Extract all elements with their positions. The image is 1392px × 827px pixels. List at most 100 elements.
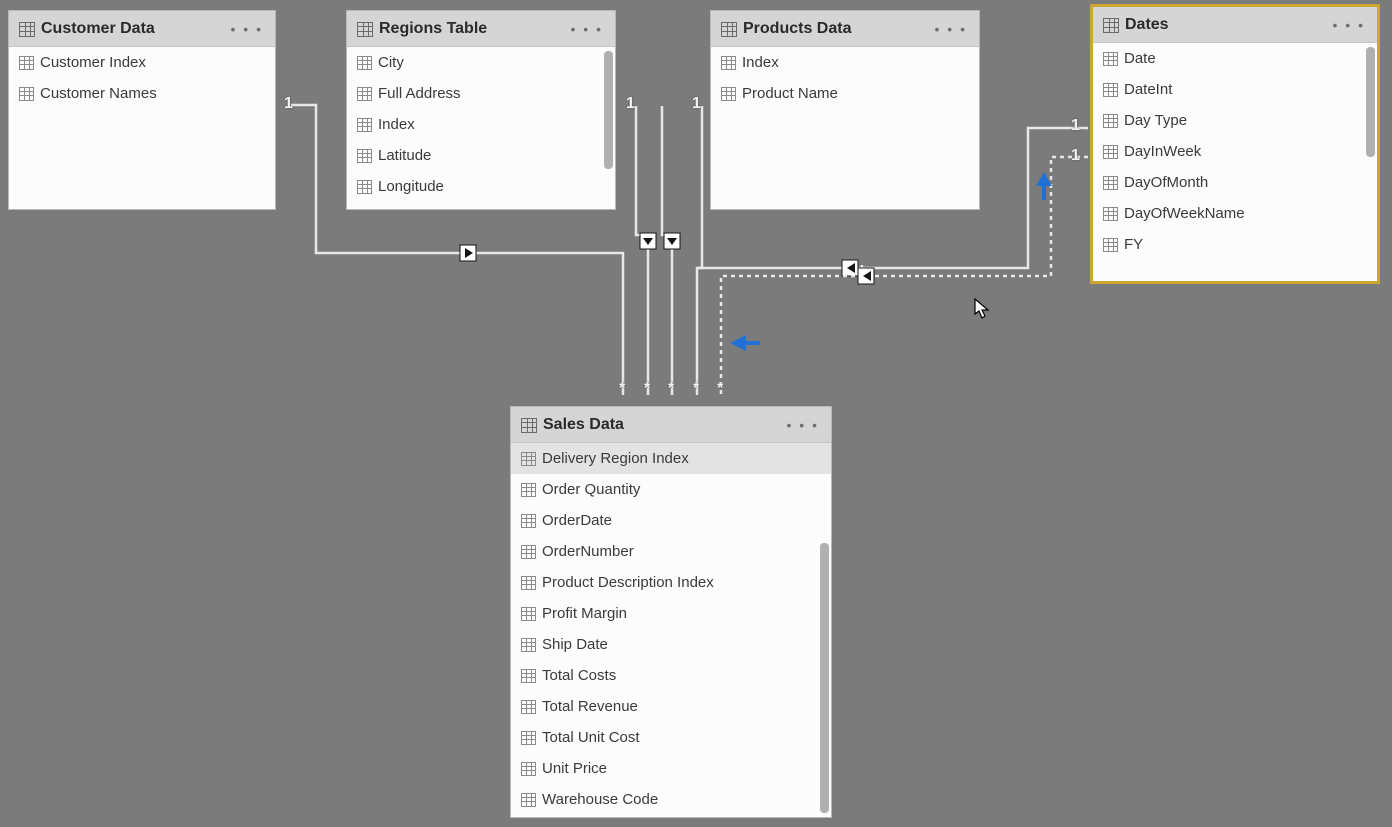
column-icon (521, 452, 536, 466)
column-icon (357, 180, 372, 194)
field-item[interactable]: Product Description Index (511, 567, 831, 598)
field-item[interactable]: OrderDate (511, 505, 831, 536)
column-icon (521, 638, 536, 652)
field-item[interactable]: Day Type (1093, 105, 1377, 136)
table-sales[interactable]: Sales Data • • • Delivery Region Index O… (510, 406, 832, 818)
field-item[interactable]: OrderNumber (511, 536, 831, 567)
column-icon (521, 762, 536, 776)
cardinality-many: * (619, 380, 625, 398)
field-item[interactable]: Product Name (711, 78, 979, 109)
column-icon (1103, 238, 1118, 252)
field-list: Index Product Name (711, 47, 979, 209)
table-regions[interactable]: Regions Table • • • City Full Address In… (346, 10, 616, 210)
field-item[interactable]: DayOfWeekName (1093, 198, 1377, 229)
cardinality-one: 1 (1071, 147, 1080, 165)
table-title: Customer Data (41, 20, 229, 38)
column-icon (521, 483, 536, 497)
column-icon (357, 87, 372, 101)
column-icon (1103, 176, 1118, 190)
field-item[interactable]: Customer Index (9, 47, 275, 78)
field-list: City Full Address Index Latitude Longitu… (347, 47, 615, 209)
table-header[interactable]: Products Data • • • (711, 11, 979, 47)
field-item[interactable]: Delivery Region Index (511, 443, 831, 474)
column-icon (1103, 52, 1118, 66)
field-item[interactable]: Date (1093, 43, 1377, 74)
table-header[interactable]: Customer Data • • • (9, 11, 275, 47)
field-item[interactable]: Index (347, 109, 615, 140)
field-item[interactable]: Full Address (347, 78, 615, 109)
column-icon (521, 545, 536, 559)
column-icon (521, 793, 536, 807)
field-list: Delivery Region Index Order Quantity Ord… (511, 443, 831, 817)
column-icon (721, 87, 736, 101)
table-title: Sales Data (543, 416, 785, 434)
field-item[interactable]: Total Unit Cost (511, 722, 831, 753)
cardinality-many: * (668, 380, 674, 398)
column-icon (721, 56, 736, 70)
field-item[interactable]: Total Costs (511, 660, 831, 691)
column-icon (521, 607, 536, 621)
table-header[interactable]: Sales Data • • • (511, 407, 831, 443)
field-item[interactable]: Warehouse Code (511, 784, 831, 815)
column-icon (357, 56, 372, 70)
more-options-icon[interactable]: • • • (569, 24, 605, 34)
field-item[interactable]: DayOfMonth (1093, 167, 1377, 198)
table-icon (721, 22, 737, 37)
field-item[interactable]: DayInWeek (1093, 136, 1377, 167)
cardinality-many: * (693, 380, 699, 398)
cardinality-many: * (717, 380, 723, 398)
more-options-icon[interactable]: • • • (933, 24, 969, 34)
column-icon (357, 149, 372, 163)
cardinality-one: 1 (626, 95, 635, 113)
cardinality-one: 1 (1071, 117, 1080, 135)
table-header[interactable]: Dates • • • (1093, 7, 1377, 43)
field-item[interactable]: Profit Margin (511, 598, 831, 629)
field-item[interactable]: City (347, 47, 615, 78)
table-title: Products Data (743, 20, 933, 38)
table-header[interactable]: Regions Table • • • (347, 11, 615, 47)
scrollbar-thumb[interactable] (1366, 47, 1375, 157)
column-icon (1103, 114, 1118, 128)
more-options-icon[interactable]: • • • (1331, 20, 1367, 30)
model-canvas[interactable]: 1 1 1 1 1 * * * * * Customer Data • • • … (0, 0, 1392, 827)
field-list: Date DateInt Day Type DayInWeek DayOfMon… (1093, 43, 1377, 281)
field-item[interactable]: Total Revenue (511, 691, 831, 722)
cursor-icon (974, 298, 990, 320)
field-item[interactable]: Ship Date (511, 629, 831, 660)
table-customer-data[interactable]: Customer Data • • • Customer Index Custo… (8, 10, 276, 210)
column-icon (357, 118, 372, 132)
column-icon (1103, 145, 1118, 159)
cardinality-one: 1 (692, 95, 701, 113)
more-options-icon[interactable]: • • • (229, 24, 265, 34)
column-icon (19, 56, 34, 70)
table-icon (1103, 18, 1119, 33)
column-icon (1103, 207, 1118, 221)
scrollbar-thumb[interactable] (604, 51, 613, 169)
field-list: Customer Index Customer Names (9, 47, 275, 209)
field-item[interactable]: Latitude (347, 140, 615, 171)
table-icon (521, 418, 537, 433)
field-item[interactable]: Longitude (347, 171, 615, 202)
table-dates[interactable]: Dates • • • Date DateInt Day Type DayInW… (1090, 4, 1380, 284)
field-item[interactable]: FY (1093, 229, 1377, 260)
field-item[interactable]: Unit Price (511, 753, 831, 784)
scrollbar-thumb[interactable] (820, 543, 829, 813)
column-icon (521, 669, 536, 683)
column-icon (521, 514, 536, 528)
column-icon (521, 700, 536, 714)
column-icon (19, 87, 34, 101)
table-title: Dates (1125, 16, 1331, 34)
table-icon (19, 22, 35, 37)
field-item[interactable]: Customer Names (9, 78, 275, 109)
cardinality-many: * (644, 380, 650, 398)
field-item[interactable]: Order Quantity (511, 474, 831, 505)
cardinality-one: 1 (284, 95, 293, 113)
column-icon (521, 731, 536, 745)
column-icon (521, 576, 536, 590)
table-title: Regions Table (379, 20, 569, 38)
field-item[interactable]: DateInt (1093, 74, 1377, 105)
field-item[interactable]: Index (711, 47, 979, 78)
table-products[interactable]: Products Data • • • Index Product Name (710, 10, 980, 210)
more-options-icon[interactable]: • • • (785, 420, 821, 430)
column-icon (1103, 83, 1118, 97)
